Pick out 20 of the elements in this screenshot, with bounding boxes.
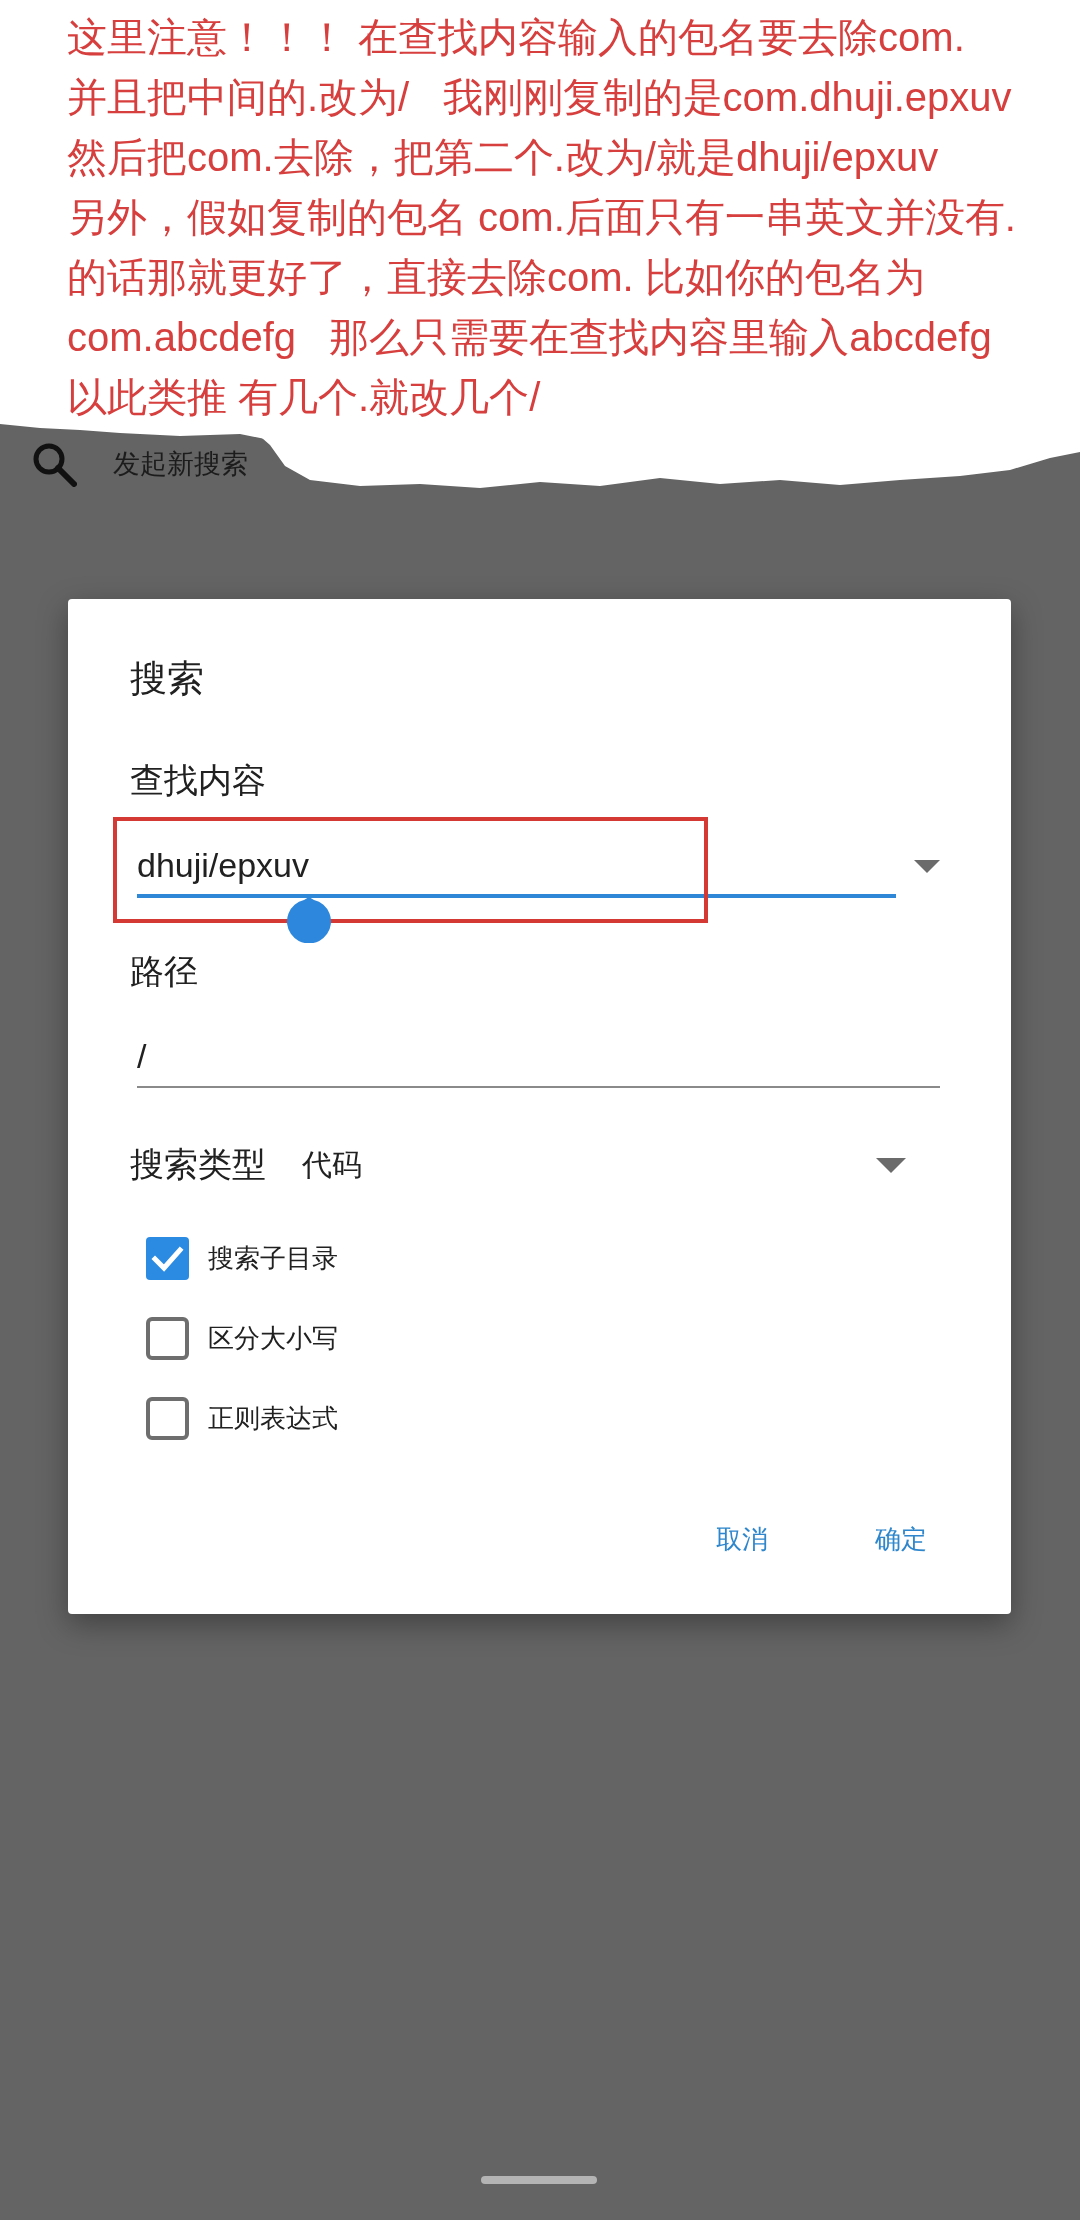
dialog-button[interactable]: 取消 — [688, 1504, 796, 1574]
search-type-label: 搜索类型 — [130, 1144, 266, 1185]
dialog-title: 搜索 — [129, 657, 205, 701]
cursor-handle-icon[interactable] — [287, 897, 331, 943]
search-type-dropdown[interactable]: 代码 — [302, 1140, 906, 1190]
input-field[interactable]: dhuji/epxuv — [137, 835, 896, 898]
input-field[interactable]: / — [137, 1026, 940, 1088]
dialog-button[interactable]: 确定 — [847, 1504, 955, 1574]
field-label: 路径 — [129, 951, 199, 992]
checkbox[interactable] — [146, 1316, 189, 1360]
checkbox-label[interactable]: 正则表达式 — [208, 1400, 338, 1436]
checkbox[interactable] — [146, 1396, 189, 1440]
field-label: 查找内容 — [129, 760, 267, 801]
search-icon — [31, 441, 77, 487]
dropdown-caret-icon — [876, 1157, 906, 1173]
checkbox[interactable] — [146, 1236, 189, 1280]
checkbox-label[interactable]: 搜索子目录 — [208, 1240, 338, 1276]
dropdown-caret-icon[interactable] — [914, 860, 940, 873]
checkbox-label[interactable]: 区分大小写 — [208, 1320, 338, 1356]
annotation-text: 这里注意！！！ 在查找内容输入的包名要去除com. 并且把中间的.改为/ 我刚刚复制的是com.dhuji.epxuv 然后把com.去除，把第二个.改为/就是dhuji/epxuv 另外，假如复制的包名 com.后面只有一串英文并没有. 的话那就更好了，直接去除com. 比如你的包名为 com.abcdefg 那么只需要在查找内容里输入abcdefg 以此类推 有几个.就改几个/ — [67, 14, 1016, 421]
